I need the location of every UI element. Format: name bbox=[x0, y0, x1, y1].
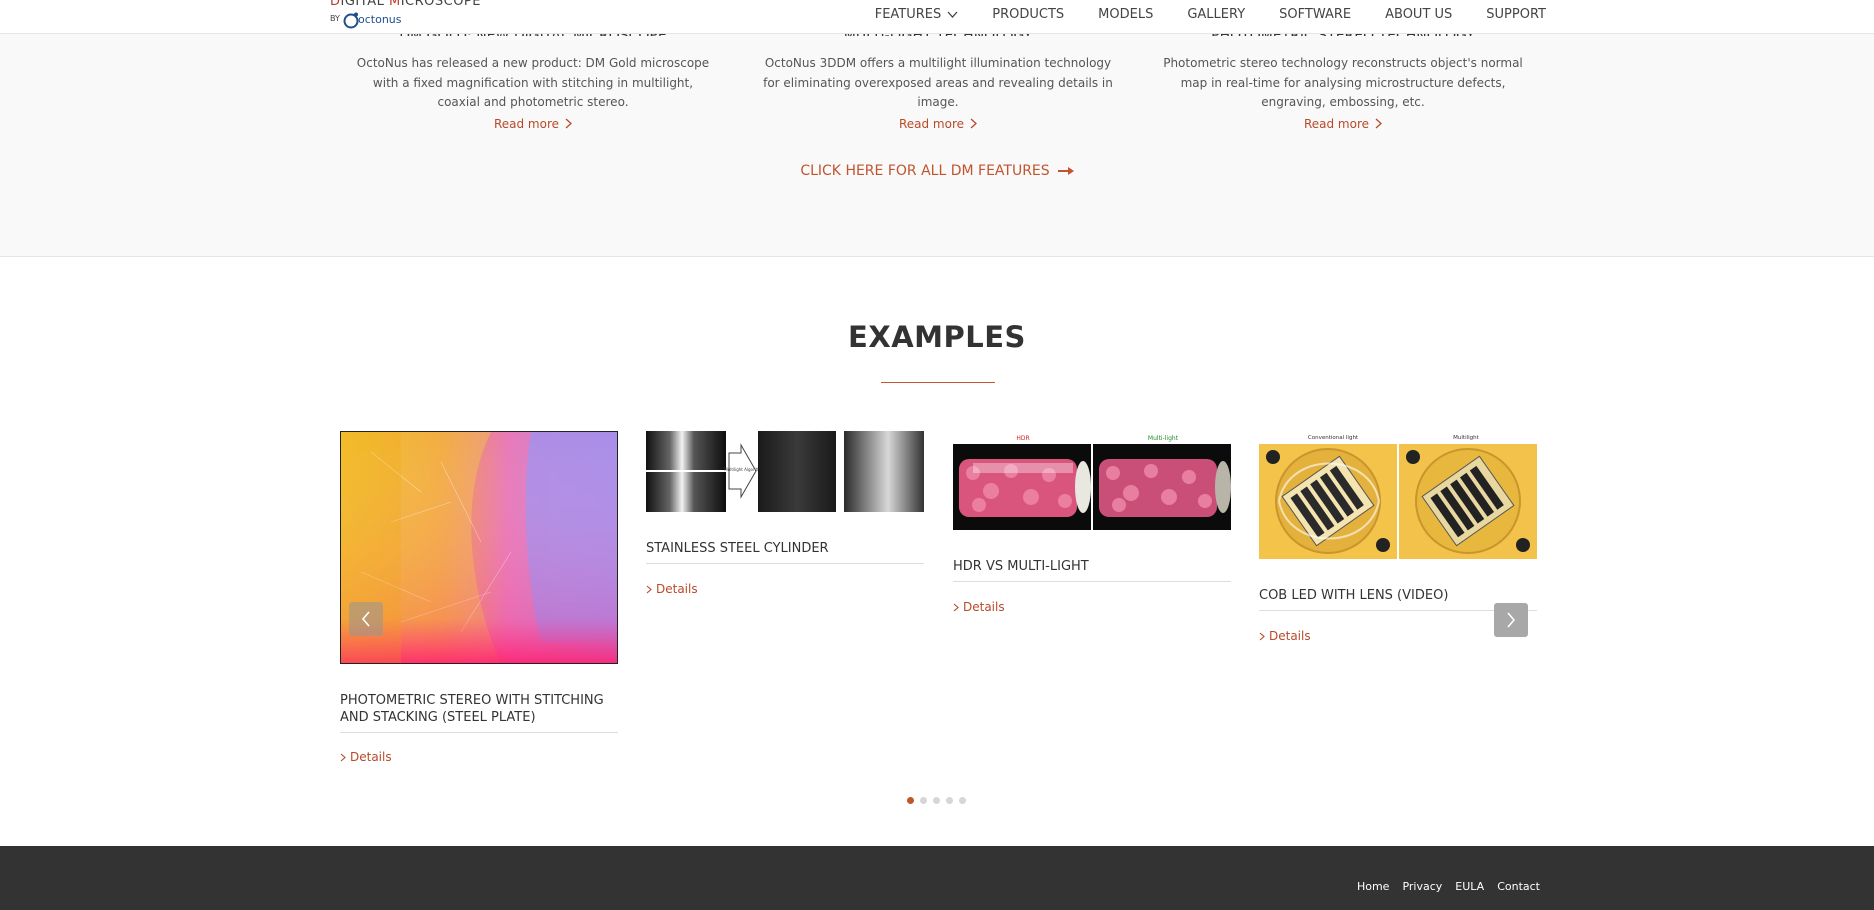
nav-models[interactable]: MODELS bbox=[1081, 7, 1170, 22]
logo-brand: octonus bbox=[358, 13, 402, 26]
read-more-link[interactable]: Read more bbox=[493, 116, 573, 131]
conventional-light-label: Conventional light bbox=[1308, 435, 1359, 441]
site-header: DIGITAL MICROSCOPE BY octonus FEATURES P… bbox=[0, 0, 1874, 34]
multilight-label: Multi-light bbox=[1148, 435, 1179, 442]
chevron-right-icon bbox=[1507, 612, 1516, 628]
multilight-label: Multilight bbox=[1453, 435, 1479, 441]
example-image-cob-led[interactable]: Conventional light Multilight bbox=[1259, 431, 1537, 559]
footer-link-contact[interactable]: Contact bbox=[1497, 880, 1540, 893]
read-more-label: Read more bbox=[898, 116, 965, 131]
title-divider bbox=[881, 382, 995, 383]
feature-photometric-stereo: PHOTOMETRIC STEREO TECHNOLOGY Photometri… bbox=[1163, 22, 1523, 132]
chevron-right-icon bbox=[970, 118, 978, 129]
feature-dm-gold: DM GOLD: NEW DIGITAL MICROSCOPE OctoNus … bbox=[353, 22, 713, 132]
logo-by: BY bbox=[330, 14, 340, 23]
details-link[interactable]: Details bbox=[1259, 629, 1311, 643]
chevron-right-icon bbox=[565, 118, 573, 129]
chevron-right-icon bbox=[1375, 118, 1383, 129]
chevron-down-icon bbox=[947, 11, 958, 18]
all-features-link[interactable]: CLICK HERE FOR ALL DM FEATURES bbox=[800, 163, 1074, 179]
all-features-wrap: CLICK HERE FOR ALL DM FEATURES bbox=[0, 160, 1874, 179]
logo-wordmark: DIGITAL MICROSCOPE bbox=[330, 0, 481, 9]
example-title[interactable]: HDR VS MULTI-LIGHT bbox=[953, 558, 1231, 582]
pager-dot[interactable] bbox=[920, 797, 927, 804]
details-link[interactable]: Details bbox=[646, 582, 698, 596]
carousel-pager bbox=[907, 797, 966, 804]
example-title[interactable]: STAINLESS STEEL CYLINDER bbox=[646, 540, 924, 564]
nav-about-us[interactable]: ABOUT US bbox=[1368, 7, 1469, 22]
steel-cylinder-image: Multilight Algorithm bbox=[646, 431, 924, 512]
details-label: Details bbox=[963, 600, 1005, 614]
nav-gallery[interactable]: GALLERY bbox=[1170, 7, 1262, 22]
nav-products[interactable]: PRODUCTS bbox=[975, 7, 1081, 22]
feature-text: OctoNus has released a new product: DM G… bbox=[356, 56, 710, 109]
chevron-right-icon bbox=[1259, 632, 1265, 640]
details-label: Details bbox=[350, 750, 392, 764]
nav-software[interactable]: SOFTWARE bbox=[1262, 7, 1368, 22]
carousel-prev-button[interactable] bbox=[349, 602, 383, 636]
chevron-right-icon bbox=[953, 603, 959, 611]
footer-link-home[interactable]: Home bbox=[1357, 880, 1389, 893]
feature-multilight: MULTI-LIGHT TECHNOLOGY OctoNus 3DDM offe… bbox=[758, 22, 1118, 132]
footer-links: Home Privacy EULA Contact bbox=[1357, 880, 1540, 893]
details-label: Details bbox=[656, 582, 698, 596]
chevron-right-icon bbox=[646, 585, 652, 593]
pager-dot[interactable] bbox=[946, 797, 953, 804]
example-title[interactable]: PHOTOMETRIC STEREO WITH STITCHING AND ST… bbox=[340, 692, 618, 733]
main-nav: FEATURES PRODUCTS MODELS GALLERY SOFTWAR… bbox=[858, 0, 1546, 28]
arrow-right-icon bbox=[1057, 167, 1074, 175]
read-more-link[interactable]: Read more bbox=[898, 116, 978, 131]
example-image-steel-cylinder[interactable]: Multilight Algorithm bbox=[646, 431, 924, 512]
nav-support[interactable]: SUPPORT bbox=[1469, 7, 1546, 22]
all-features-label: CLICK HERE FOR ALL DM FEATURES bbox=[800, 163, 1050, 179]
hdr-label: HDR bbox=[1016, 435, 1029, 442]
pager-dot[interactable] bbox=[907, 797, 914, 804]
algorithm-caption: Multilight Algorithm bbox=[724, 467, 764, 472]
features-section: DM GOLD: NEW DIGITAL MICROSCOPE OctoNus … bbox=[0, 0, 1874, 257]
carousel-next-button[interactable] bbox=[1494, 603, 1528, 637]
pager-dot[interactable] bbox=[933, 797, 940, 804]
chevron-right-icon bbox=[340, 753, 346, 761]
nav-label: FEATURES bbox=[874, 6, 942, 22]
chevron-left-icon bbox=[361, 611, 370, 627]
feature-text: OctoNus 3DDM offers a multilight illumin… bbox=[763, 56, 1113, 109]
details-label: Details bbox=[1269, 629, 1311, 643]
site-logo[interactable]: DIGITAL MICROSCOPE BY octonus bbox=[330, 0, 480, 32]
details-link[interactable]: Details bbox=[953, 600, 1005, 614]
read-more-label: Read more bbox=[1303, 116, 1370, 131]
footer-link-eula[interactable]: EULA bbox=[1455, 880, 1484, 893]
feature-text: Photometric stereo technology reconstruc… bbox=[1163, 56, 1523, 109]
examples-title: EXAMPLES bbox=[848, 320, 1026, 354]
hdr-vs-multilight-image: HDR Multi-light bbox=[953, 435, 1231, 530]
read-more-link[interactable]: Read more bbox=[1303, 116, 1383, 131]
footer-link-privacy[interactable]: Privacy bbox=[1402, 880, 1442, 893]
example-image-hdr-vs-multilight[interactable]: HDR Multi-light bbox=[953, 431, 1231, 530]
nav-features[interactable]: FEATURES bbox=[858, 7, 976, 22]
site-footer: Home Privacy EULA Contact bbox=[0, 846, 1874, 910]
details-link[interactable]: Details bbox=[340, 750, 392, 764]
cob-led-image: Conventional light Multilight bbox=[1259, 435, 1537, 559]
pager-dot[interactable] bbox=[959, 797, 966, 804]
read-more-label: Read more bbox=[493, 116, 560, 131]
